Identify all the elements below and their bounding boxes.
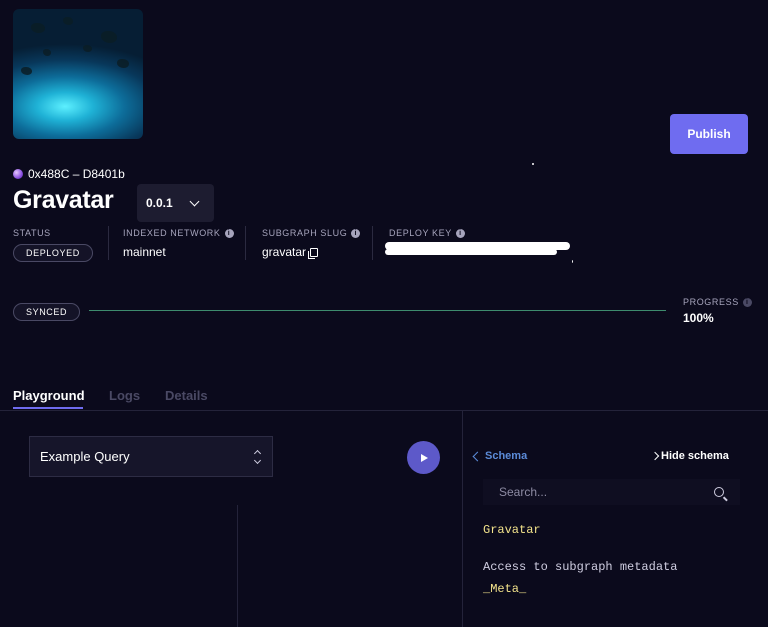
search-icon[interactable]: [714, 487, 724, 497]
editor-divider: [237, 505, 238, 627]
tab-details[interactable]: Details: [165, 388, 208, 403]
schema-panel-divider: [462, 410, 463, 627]
progress-block: PROGRESS i 100%: [683, 297, 752, 325]
schema-type-gravatar[interactable]: Gravatar: [483, 523, 541, 537]
info-icon[interactable]: i: [455, 228, 465, 238]
avatar-icon: [13, 169, 23, 179]
active-tab-indicator: [13, 407, 83, 409]
page-title: Gravatar: [13, 186, 114, 214]
publish-button[interactable]: Publish: [670, 114, 748, 154]
info-icon[interactable]: i: [742, 297, 752, 307]
divider: [372, 226, 373, 260]
copy-icon[interactable]: [308, 247, 319, 259]
run-query-button[interactable]: [407, 441, 440, 474]
divider: [245, 226, 246, 260]
tab-playground[interactable]: Playground: [13, 388, 85, 403]
play-icon: [421, 453, 428, 462]
slug-value: gravatar: [262, 245, 307, 259]
version-select[interactable]: 0.0.1: [137, 184, 214, 222]
slug-block: SUBGRAPH SLUG i gravatar: [262, 228, 361, 259]
status-label: STATUS: [13, 228, 51, 238]
synced-badge: SYNCED: [13, 303, 81, 321]
chevron-down-icon: [189, 196, 200, 206]
subgraph-cover-image: [13, 9, 143, 139]
schema-field-meta[interactable]: _Meta_: [483, 582, 526, 596]
deploy-key-block: DEPLOY KEY i: [389, 228, 465, 238]
progress-value: 100%: [683, 311, 714, 325]
up-down-chevron-icon: [253, 449, 262, 464]
tab-logs[interactable]: Logs: [109, 388, 140, 403]
deploy-key-redaction: [385, 249, 557, 255]
status-block: STATUS DEPLOYED: [13, 228, 93, 262]
meta-description: Access to subgraph metadata: [483, 560, 678, 574]
deploy-key-label: DEPLOY KEY: [389, 228, 452, 238]
chevron-left-icon: [472, 451, 483, 461]
schema-back-link[interactable]: Schema: [472, 450, 528, 462]
schema-back-label: Schema: [485, 450, 528, 462]
query-select[interactable]: Example Query: [29, 436, 273, 477]
network-label: INDEXED NETWORK: [123, 228, 221, 238]
info-icon[interactable]: i: [224, 228, 234, 238]
info-icon[interactable]: i: [351, 228, 361, 238]
slug-label: SUBGRAPH SLUG: [262, 228, 348, 238]
chevron-right-icon: [650, 451, 660, 461]
version-label: 0.0.1: [146, 196, 173, 210]
network-block: INDEXED NETWORK i mainnet: [123, 228, 234, 259]
sync-progress-line: [89, 310, 666, 311]
query-select-label: Example Query: [40, 449, 130, 464]
sync-status: SYNCED: [13, 302, 81, 321]
status-badge: DEPLOYED: [13, 244, 93, 262]
background-speck: [532, 163, 534, 165]
tab-divider: [0, 410, 768, 411]
hide-schema-label: Hide schema: [661, 450, 729, 462]
hide-schema-button[interactable]: Hide schema: [650, 450, 729, 462]
address-text: 0x488C – D8401b: [28, 167, 125, 181]
owner-address: 0x488C – D8401b: [13, 167, 125, 181]
network-value: mainnet: [123, 245, 166, 259]
schema-search-input[interactable]: [499, 485, 679, 499]
schema-search: [483, 479, 740, 505]
background-speck: [572, 260, 573, 263]
divider: [108, 226, 109, 260]
progress-label: PROGRESS: [683, 297, 739, 307]
